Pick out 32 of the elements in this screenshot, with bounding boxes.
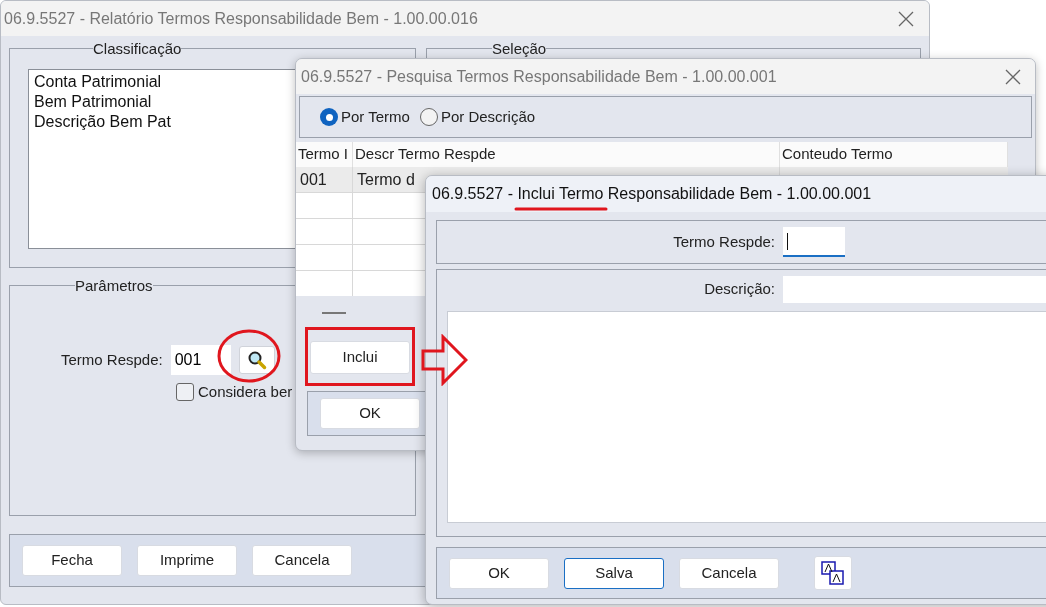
group-title: Parâmetros bbox=[75, 278, 153, 293]
term-field[interactable] bbox=[783, 227, 845, 257]
term-field[interactable]: 001 bbox=[170, 345, 231, 375]
group-title: Classificação bbox=[93, 41, 182, 56]
checkbox[interactable] bbox=[176, 383, 194, 402]
radio-button[interactable] bbox=[419, 108, 438, 126]
push-button[interactable]: Fecha bbox=[22, 545, 122, 576]
field-label: Termo Respde: bbox=[61, 349, 163, 370]
push-button[interactable]: Imprime bbox=[137, 545, 237, 576]
annotation-arrow bbox=[421, 334, 468, 386]
table-cell: 001 bbox=[296, 167, 353, 192]
description-field[interactable] bbox=[783, 276, 1046, 303]
field-label: Termo Respde: bbox=[672, 231, 775, 252]
annotation-ellipse bbox=[217, 329, 281, 383]
radio-option[interactable]: Por Descrição bbox=[419, 105, 536, 129]
close-icon[interactable] bbox=[1005, 68, 1021, 85]
push-button[interactable]: Cancela bbox=[679, 557, 779, 589]
search-icon bbox=[246, 350, 267, 370]
font-button[interactable] bbox=[814, 556, 852, 590]
push-button[interactable]: Inclui bbox=[310, 341, 410, 374]
push-button[interactable]: OK bbox=[320, 398, 420, 429]
window-title: 06.9.5527 - Relatório Termos Responsabilidade Bem - 1.00.00.016 bbox=[4, 8, 478, 29]
search-button[interactable] bbox=[238, 346, 275, 374]
push-button[interactable]: Cancela bbox=[252, 545, 352, 576]
checkbox-label: Considera ber bbox=[198, 382, 293, 402]
radio-button[interactable] bbox=[320, 108, 338, 126]
group-title: Seleção bbox=[492, 41, 547, 56]
push-button[interactable]: OK bbox=[449, 557, 549, 589]
font-size-icon bbox=[821, 561, 845, 585]
close-icon[interactable] bbox=[898, 10, 914, 27]
field-label: Descrição: bbox=[703, 279, 775, 300]
push-button[interactable]: Salva bbox=[564, 557, 664, 589]
